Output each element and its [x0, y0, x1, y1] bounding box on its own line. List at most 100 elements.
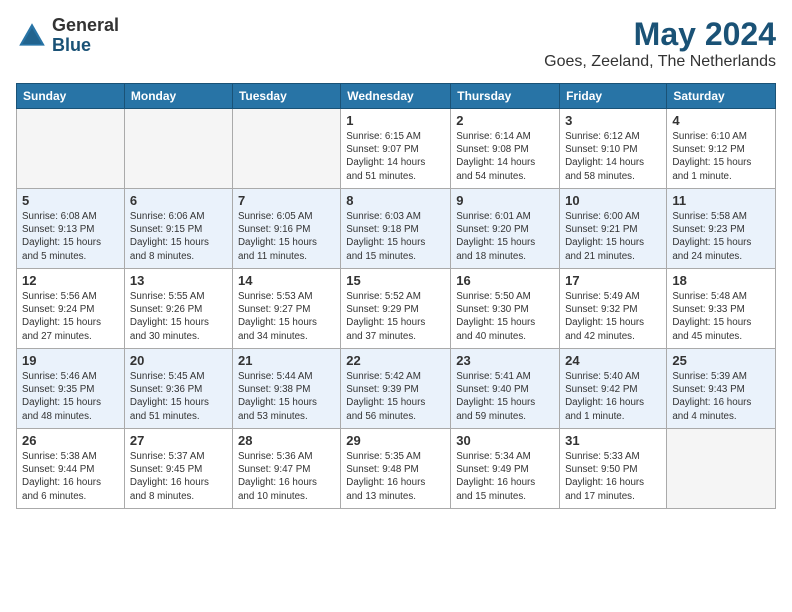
calendar-day-cell — [667, 429, 776, 509]
day-info: Sunrise: 5:42 AM Sunset: 9:39 PM Dayligh… — [346, 370, 445, 423]
calendar-day-cell: 18Sunrise: 5:48 AM Sunset: 9:33 PM Dayli… — [667, 269, 776, 349]
day-info: Sunrise: 5:33 AM Sunset: 9:50 PM Dayligh… — [565, 450, 661, 503]
calendar-week-row: 5 Sunrise: 6:08 AM Sunset: 9:13 PM Daylig… — [17, 189, 776, 269]
calendar-day-cell: 14 Sunrise: 5:53 AM Sunset: 9:27 PM Dayli… — [232, 269, 340, 349]
title-section: May 2024 Goes, Zeeland, The Netherlands — [544, 16, 776, 71]
calendar-day-cell: 19Sunrise: 5:46 AM Sunset: 9:35 PM Dayli… — [17, 349, 125, 429]
calendar-day-cell: 12 Sunrise: 5:56 AM Sunset: 9:24 PM Dayli… — [17, 269, 125, 349]
day-info: Sunrise: 5:53 AM Sunset: 9:27 PM Dayligh… — [238, 290, 335, 343]
calendar-day-cell: 3Sunrise: 6:12 AM Sunset: 9:10 PM Daylig… — [560, 109, 667, 189]
day-number: 2 — [456, 113, 554, 128]
month-title: May 2024 — [544, 16, 776, 53]
day-info: Sunrise: 6:03 AM Sunset: 9:18 PM Dayligh… — [346, 210, 445, 263]
calendar-day-cell: 27 Sunrise: 5:37 AM Sunset: 9:45 PM Dayli… — [124, 429, 232, 509]
calendar-day-cell: 29Sunrise: 5:35 AM Sunset: 9:48 PM Dayli… — [341, 429, 451, 509]
day-number: 12 — [22, 273, 119, 288]
calendar-week-row: 26Sunrise: 5:38 AM Sunset: 9:44 PM Dayli… — [17, 429, 776, 509]
calendar-day-cell: 30Sunrise: 5:34 AM Sunset: 9:49 PM Dayli… — [451, 429, 560, 509]
day-number: 10 — [565, 193, 661, 208]
calendar-day-cell: 6Sunrise: 6:06 AM Sunset: 9:15 PM Daylig… — [124, 189, 232, 269]
calendar-day-cell: 20 Sunrise: 5:45 AM Sunset: 9:36 PM Dayli… — [124, 349, 232, 429]
logo-text: General Blue — [52, 16, 119, 56]
day-number: 20 — [130, 353, 227, 368]
logo: General Blue — [16, 16, 119, 56]
day-number: 4 — [672, 113, 770, 128]
day-info: Sunrise: 5:58 AM Sunset: 9:23 PM Dayligh… — [672, 210, 770, 263]
day-number: 5 — [22, 193, 119, 208]
weekday-header-sunday: Sunday — [17, 84, 125, 109]
day-info: Sunrise: 6:10 AM Sunset: 9:12 PM Dayligh… — [672, 130, 770, 183]
calendar-day-cell: 9Sunrise: 6:01 AM Sunset: 9:20 PM Daylig… — [451, 189, 560, 269]
day-info: Sunrise: 5:50 AM Sunset: 9:30 PM Dayligh… — [456, 290, 554, 343]
day-info: Sunrise: 5:44 AM Sunset: 9:38 PM Dayligh… — [238, 370, 335, 423]
day-number: 31 — [565, 433, 661, 448]
weekday-header-row: SundayMondayTuesdayWednesdayThursdayFrid… — [17, 84, 776, 109]
day-number: 1 — [346, 113, 445, 128]
day-info: Sunrise: 5:49 AM Sunset: 9:32 PM Dayligh… — [565, 290, 661, 343]
day-info: Sunrise: 6:14 AM Sunset: 9:08 PM Dayligh… — [456, 130, 554, 183]
day-number: 7 — [238, 193, 335, 208]
day-info: Sunrise: 5:45 AM Sunset: 9:36 PM Dayligh… — [130, 370, 227, 423]
day-number: 25 — [672, 353, 770, 368]
calendar-day-cell: 2 Sunrise: 6:14 AM Sunset: 9:08 PM Daylig… — [451, 109, 560, 189]
weekday-header-tuesday: Tuesday — [232, 84, 340, 109]
calendar-day-cell: 17 Sunrise: 5:49 AM Sunset: 9:32 PM Dayli… — [560, 269, 667, 349]
calendar-day-cell: 4 Sunrise: 6:10 AM Sunset: 9:12 PM Daylig… — [667, 109, 776, 189]
day-info: Sunrise: 5:35 AM Sunset: 9:48 PM Dayligh… — [346, 450, 445, 503]
weekday-header-friday: Friday — [560, 84, 667, 109]
day-number: 26 — [22, 433, 119, 448]
logo-blue-text: Blue — [52, 36, 119, 56]
day-number: 13 — [130, 273, 227, 288]
day-number: 11 — [672, 193, 770, 208]
weekday-header-saturday: Saturday — [667, 84, 776, 109]
day-number: 23 — [456, 353, 554, 368]
calendar-day-cell — [17, 109, 125, 189]
day-number: 6 — [130, 193, 227, 208]
logo-general-text: General — [52, 16, 119, 36]
calendar-day-cell: 13 Sunrise: 5:55 AM Sunset: 9:26 PM Dayli… — [124, 269, 232, 349]
day-number: 19 — [22, 353, 119, 368]
page-header: General Blue May 2024 Goes, Zeeland, The… — [16, 16, 776, 71]
calendar-day-cell: 23 Sunrise: 5:41 AM Sunset: 9:40 PM Dayli… — [451, 349, 560, 429]
day-number: 21 — [238, 353, 335, 368]
calendar-week-row: 1 Sunrise: 6:15 AM Sunset: 9:07 PM Daylig… — [17, 109, 776, 189]
day-info: Sunrise: 5:48 AM Sunset: 9:33 PM Dayligh… — [672, 290, 770, 343]
calendar-day-cell: 5 Sunrise: 6:08 AM Sunset: 9:13 PM Daylig… — [17, 189, 125, 269]
calendar-day-cell: 26Sunrise: 5:38 AM Sunset: 9:44 PM Dayli… — [17, 429, 125, 509]
calendar-day-cell: 22 Sunrise: 5:42 AM Sunset: 9:39 PM Dayli… — [341, 349, 451, 429]
location: Goes, Zeeland, The Netherlands — [544, 53, 776, 71]
calendar-week-row: 19Sunrise: 5:46 AM Sunset: 9:35 PM Dayli… — [17, 349, 776, 429]
day-number: 22 — [346, 353, 445, 368]
day-info: Sunrise: 5:37 AM Sunset: 9:45 PM Dayligh… — [130, 450, 227, 503]
day-info: Sunrise: 5:56 AM Sunset: 9:24 PM Dayligh… — [22, 290, 119, 343]
day-info: Sunrise: 5:40 AM Sunset: 9:42 PM Dayligh… — [565, 370, 661, 423]
day-info: Sunrise: 6:08 AM Sunset: 9:13 PM Dayligh… — [22, 210, 119, 263]
day-number: 15 — [346, 273, 445, 288]
calendar-day-cell: 28Sunrise: 5:36 AM Sunset: 9:47 PM Dayli… — [232, 429, 340, 509]
calendar-day-cell: 10Sunrise: 6:00 AM Sunset: 9:21 PM Dayli… — [560, 189, 667, 269]
calendar-day-cell: 21 Sunrise: 5:44 AM Sunset: 9:38 PM Dayli… — [232, 349, 340, 429]
day-number: 16 — [456, 273, 554, 288]
day-number: 24 — [565, 353, 661, 368]
calendar-day-cell: 31 Sunrise: 5:33 AM Sunset: 9:50 PM Dayli… — [560, 429, 667, 509]
calendar-day-cell: 7 Sunrise: 6:05 AM Sunset: 9:16 PM Daylig… — [232, 189, 340, 269]
calendar-day-cell: 1 Sunrise: 6:15 AM Sunset: 9:07 PM Daylig… — [341, 109, 451, 189]
day-info: Sunrise: 5:55 AM Sunset: 9:26 PM Dayligh… — [130, 290, 227, 343]
day-info: Sunrise: 6:05 AM Sunset: 9:16 PM Dayligh… — [238, 210, 335, 263]
calendar-week-row: 12 Sunrise: 5:56 AM Sunset: 9:24 PM Dayli… — [17, 269, 776, 349]
day-number: 27 — [130, 433, 227, 448]
day-number: 8 — [346, 193, 445, 208]
calendar-day-cell: 24 Sunrise: 5:40 AM Sunset: 9:42 PM Dayli… — [560, 349, 667, 429]
calendar-day-cell — [232, 109, 340, 189]
day-number: 17 — [565, 273, 661, 288]
logo-icon — [16, 20, 48, 52]
day-info: Sunrise: 5:36 AM Sunset: 9:47 PM Dayligh… — [238, 450, 335, 503]
weekday-header-monday: Monday — [124, 84, 232, 109]
calendar-day-cell: 16 Sunrise: 5:50 AM Sunset: 9:30 PM Dayli… — [451, 269, 560, 349]
weekday-header-wednesday: Wednesday — [341, 84, 451, 109]
day-info: Sunrise: 5:39 AM Sunset: 9:43 PM Dayligh… — [672, 370, 770, 423]
calendar-table: SundayMondayTuesdayWednesdayThursdayFrid… — [16, 83, 776, 509]
day-number: 14 — [238, 273, 335, 288]
day-info: Sunrise: 5:41 AM Sunset: 9:40 PM Dayligh… — [456, 370, 554, 423]
day-info: Sunrise: 6:15 AM Sunset: 9:07 PM Dayligh… — [346, 130, 445, 183]
